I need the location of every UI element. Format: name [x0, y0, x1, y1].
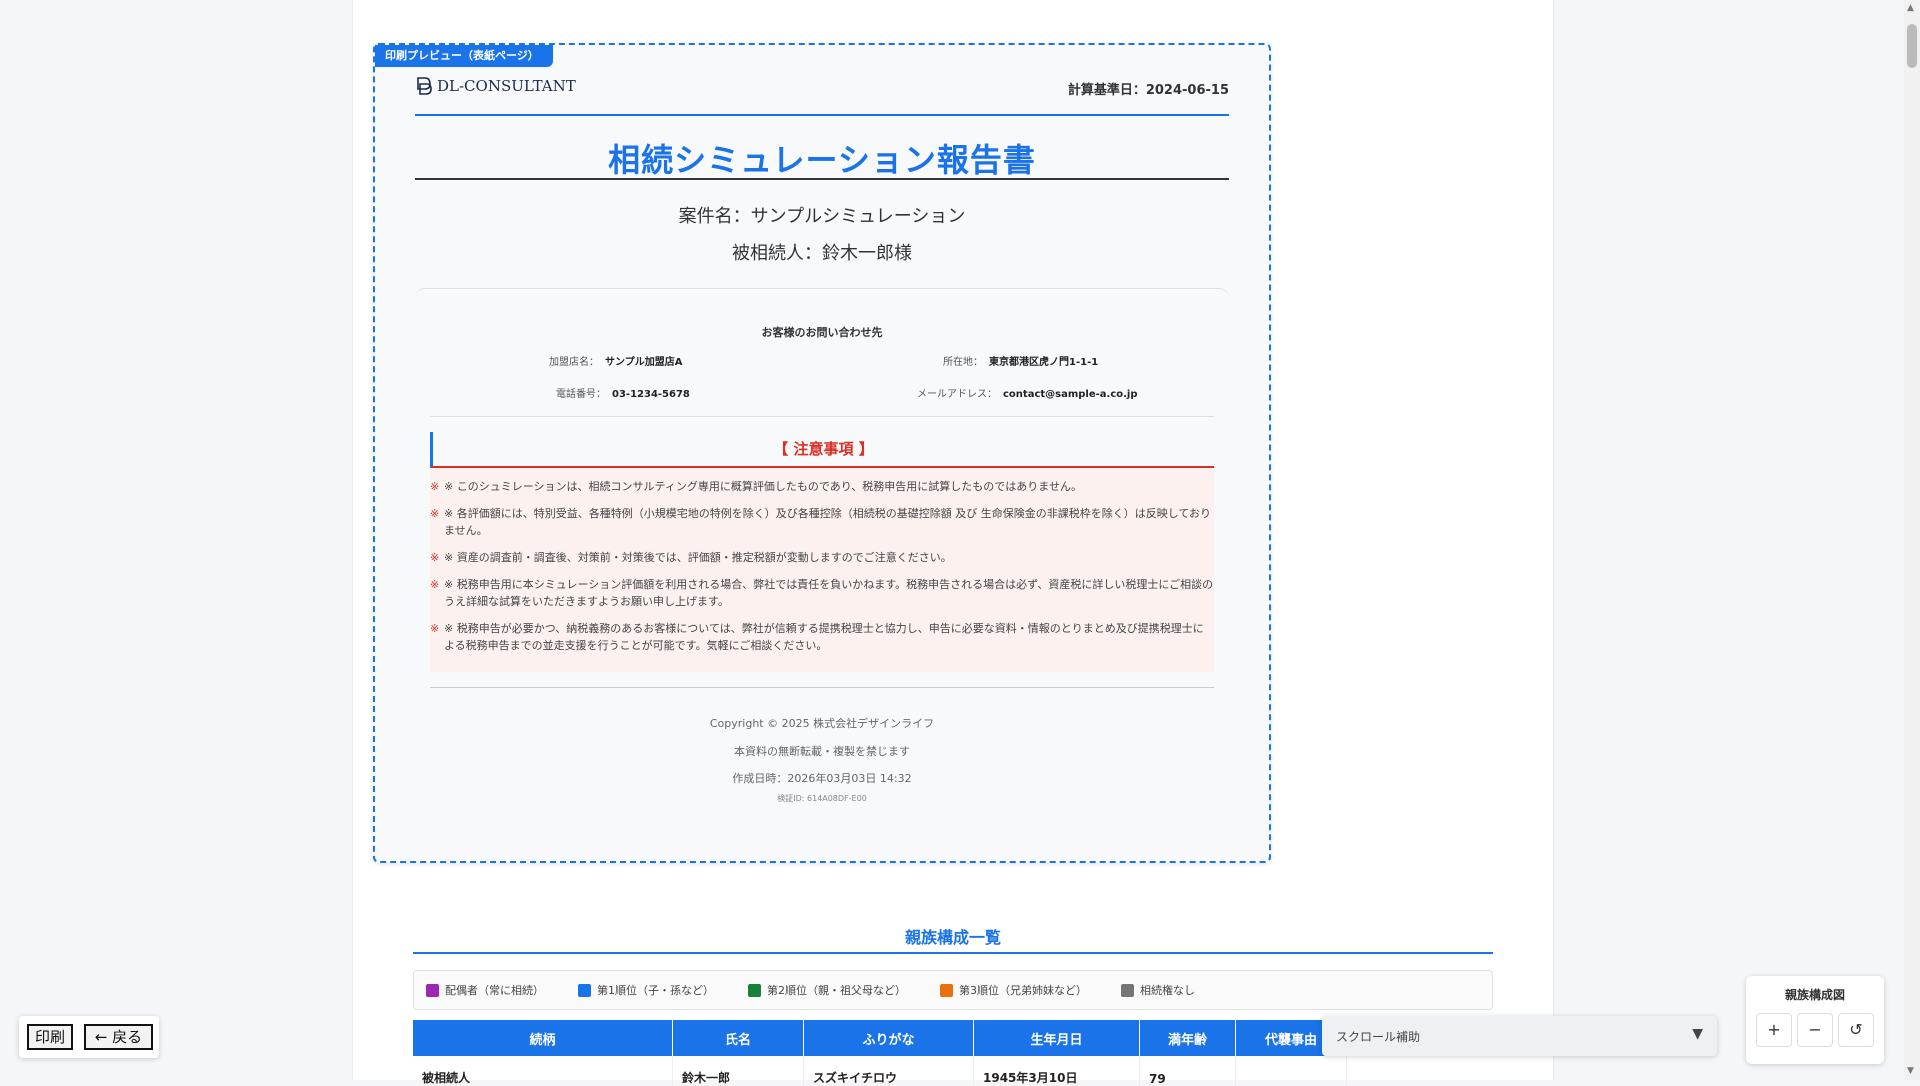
cell-relation: 被相続人	[413, 1056, 673, 1086]
cell-furigana: スズキイチロウ	[803, 1056, 974, 1086]
notice-list: ※ ※ このシュミレーションは、相続コンサルティング専用に概算評価したものであり、…	[430, 468, 1214, 672]
notice-mark: ※	[430, 551, 440, 564]
phone-value: 03-1234-5678	[612, 389, 690, 400]
scroll-assist-label: スクロール補助	[1336, 1030, 1421, 1044]
cell-birthdate: 1945年3月10日	[973, 1056, 1140, 1086]
vertical-scrollbar[interactable]: ▲ ▼	[1904, 0, 1920, 1080]
scroll-thumb[interactable]	[1907, 24, 1917, 68]
family-tree-panel: 親族構成図 + − ↺	[1746, 976, 1884, 1064]
legend-swatch	[1121, 983, 1134, 997]
print-button[interactable]: 印刷	[27, 1024, 73, 1050]
chevron-down-icon: ▼	[1692, 1026, 1703, 1042]
legend-no-right: 相続権なし	[1121, 982, 1195, 998]
notice-item: ※ ※ このシュミレーションは、相続コンサルティング専用に概算評価したものであり、…	[430, 480, 1082, 493]
decedent-name: 被相続人：鈴木一郎様	[732, 243, 912, 264]
notice-mark: ※	[430, 507, 440, 520]
legend-swatch	[748, 983, 761, 997]
column-header: 氏名	[672, 1020, 804, 1056]
family-legend: 配偶者（常に相続） 第1順位（子・孫など） 第2順位（親・祖父母など） 第3順位…	[413, 970, 1493, 1010]
logo-icon	[417, 77, 432, 95]
legend-label: 第2順位（親・祖父母など）	[767, 984, 906, 997]
table-header-row: 続柄 氏名 ふりがな 生年月日 満年齢 代襲事由	[413, 1020, 1347, 1056]
shop-value: サンプル加盟店A	[605, 357, 683, 368]
phone-number: 電話番号： 03-1234-5678	[556, 385, 690, 400]
back-button[interactable]: ← 戻る	[84, 1024, 153, 1050]
email: メールアドレス： contact@sample-a.co.jp	[917, 385, 1138, 400]
cell-name: 鈴木一郎	[672, 1056, 804, 1086]
no-copy-notice: 本資料の無断転載・複製を禁じます	[734, 745, 910, 758]
shop-label: 加盟店名：	[549, 357, 599, 368]
notice-item: ※ ※ 税務申告が必要かつ、納税義務のあるお客様については、弊社が信頼する提携税理…	[430, 622, 1204, 652]
notice-mark: ※	[430, 578, 440, 591]
notice-mark: ※	[430, 622, 440, 635]
contact-section: お客様のお問い合わせ先 加盟店名： サンプル加盟店A 所在地： 東京都港区虎ノ門1-…	[415, 288, 1229, 417]
family-table: 続柄 氏名 ふりがな 生年月日 満年齢 代襲事由 被相続人 鈴木一郎 スズキイチ…	[413, 1020, 1347, 1086]
column-header: 満年齢	[1139, 1020, 1236, 1056]
scroll-assist-dropdown[interactable]: スクロール補助 ▼	[1322, 1016, 1717, 1056]
shop-name: 加盟店名： サンプル加盟店A	[549, 353, 682, 368]
notice-section: 【 注意事項 】 ※ ※ このシュミレーションは、相続コンサルティング専用に概算評…	[430, 432, 1214, 672]
base-date: 計算基準日：2024-06-15	[1067, 83, 1229, 98]
family-section-rule	[413, 952, 1493, 954]
title-rule	[415, 178, 1229, 180]
notice-item: ※ ※ 税務申告用に本シミュレーション評価額を利用される場合、弊社では責任を負いか…	[430, 578, 1214, 608]
cell-age: 79	[1139, 1056, 1236, 1086]
case-name: 案件名：サンプルシミュレーション	[678, 206, 966, 227]
contact-title: お客様のお問い合わせ先	[761, 326, 883, 339]
legend-swatch	[578, 983, 591, 997]
column-header: ふりがな	[803, 1020, 974, 1056]
address: 所在地： 東京都港区虎ノ門1-1-1	[943, 353, 1098, 368]
zoom-out-button[interactable]: −	[1797, 1013, 1833, 1047]
address-value: 東京都港区虎ノ門1-1-1	[989, 357, 1099, 368]
legend-swatch	[940, 983, 953, 997]
legend-label: 配偶者（常に相続）	[445, 984, 544, 997]
notice-item: ※ ※ 資産の調査前・調査後、対策前・対策後では、評価額・推定税額が変動しますので…	[430, 551, 952, 564]
legend-spouse: 配偶者（常に相続）	[426, 982, 544, 998]
address-label: 所在地：	[943, 357, 983, 368]
family-section-title: 親族構成一覧	[904, 928, 1001, 947]
zoom-in-button[interactable]: +	[1756, 1013, 1792, 1047]
legend-label: 相続権なし	[1140, 984, 1195, 997]
legend-swatch	[426, 983, 439, 997]
created-at: 作成日時：2026年03月03日 14:32	[732, 772, 912, 785]
contact-divider	[430, 416, 1214, 417]
scroll-down-icon[interactable]: ▼	[1907, 1066, 1914, 1076]
column-header: 生年月日	[973, 1020, 1140, 1056]
copyright: Copyright © 2025 株式会社デザインライフ	[709, 717, 935, 730]
preview-tag: 印刷プレビュー（表紙ページ）	[375, 45, 553, 67]
legend-label: 第1順位（子・孫など）	[597, 984, 714, 997]
family-tree-title: 親族構成図	[1784, 988, 1845, 1002]
logo-text: DL-CONSULTANT	[437, 77, 576, 95]
table-row[interactable]: 被相続人 鈴木一郎 スズキイチロウ 1945年3月10日 79	[413, 1056, 1347, 1086]
action-buttons: 印刷 ← 戻る	[19, 1016, 159, 1058]
legend-third-rank: 第3順位（兄弟姉妹など）	[940, 982, 1087, 998]
column-header: 続柄	[413, 1020, 673, 1056]
print-preview-cover: 印刷プレビュー（表紙ページ） DL-CONSULTANT 計算基準日：2024-…	[373, 43, 1271, 863]
verify-id: 検証ID: 614A08DF-E00	[777, 794, 867, 803]
legend-second-rank: 第2順位（親・祖父母など）	[748, 982, 906, 998]
header-rule	[415, 114, 1229, 116]
legend-label: 第3順位（兄弟姉妹など）	[959, 984, 1087, 997]
scroll-up-icon[interactable]: ▲	[1907, 3, 1914, 13]
notice-item: ※ ※ 各評価額には、特別受益、各種特例（小規模宅地の特例を除く）及び各種控除（相…	[430, 507, 1212, 537]
report-title: 相続シミュレーション報告書	[608, 141, 1036, 179]
email-label: メールアドレス：	[917, 389, 997, 400]
legend-first-rank: 第1順位（子・孫など）	[578, 982, 714, 998]
notice-mark: ※	[430, 480, 440, 493]
notice-rule	[430, 687, 1214, 688]
phone-label: 電話番号：	[556, 389, 606, 400]
email-value: contact@sample-a.co.jp	[1003, 389, 1138, 400]
notice-title: 【 注意事項 】	[430, 432, 1214, 468]
reset-button[interactable]: ↺	[1838, 1013, 1874, 1047]
company-logo: DL-CONSULTANT	[415, 75, 576, 97]
cell-substitution	[1235, 1056, 1347, 1086]
